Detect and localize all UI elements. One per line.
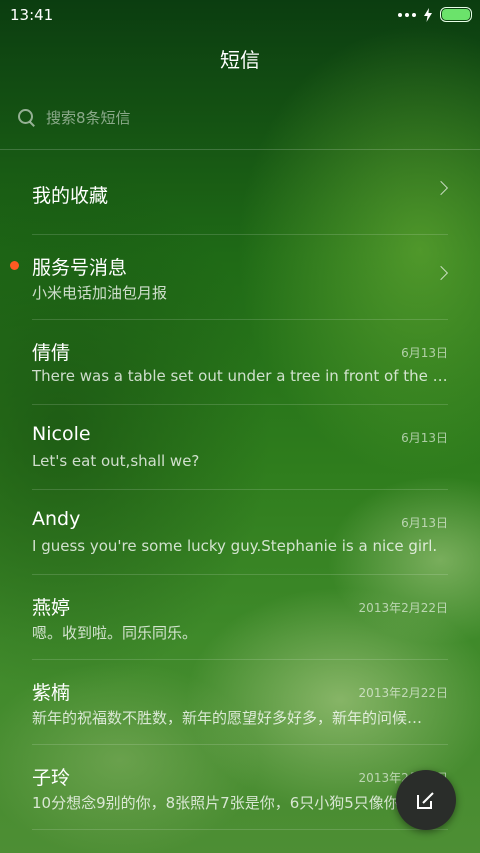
list-item[interactable]: 倩倩 6月13日 There was a table set out under… <box>32 320 448 405</box>
new-message-button[interactable] <box>396 770 456 830</box>
list-item[interactable]: 紫楠 2013年2月22日 新年的祝福数不胜数，新年的愿望好多好多，新年的问候… <box>32 660 448 745</box>
status-icons <box>398 7 472 22</box>
status-bar: 13:41 <box>0 0 480 30</box>
conversation-name: Andy <box>32 508 81 530</box>
list-item[interactable]: Nicole 6月13日 Let's eat out,shall we? <box>32 405 448 490</box>
conversation-date: 6月13日 <box>401 431 448 445</box>
conversation-preview: I guess you're some lucky guy.Stephanie … <box>32 537 438 555</box>
conversation-date: 6月13日 <box>401 346 448 360</box>
list-item-service-messages[interactable]: 服务号消息 小米电话加油包月报 <box>10 235 449 320</box>
battery-icon <box>440 7 472 22</box>
conversation-name: 子玲 <box>32 767 71 789</box>
search-input[interactable] <box>46 109 426 127</box>
conversation-date: 6月13日 <box>401 516 448 530</box>
list-item[interactable]: Andy 6月13日 I guess you're some lucky guy… <box>32 490 448 575</box>
conversation-name: 我的收藏 <box>32 185 109 207</box>
conversation-preview: 10分想念9别的你，8张照片7张是你，6只小狗5只像你… <box>32 794 414 812</box>
conversation-preview: 小米电话加油包月报 <box>32 284 168 302</box>
search-bar[interactable] <box>18 105 458 131</box>
conversation-list: 我的收藏 服务号消息 小米电话加油包月报 倩倩 6月13日 There was … <box>0 150 480 830</box>
conversation-date: 2013年2月22日 <box>358 601 448 615</box>
search-icon <box>18 109 36 127</box>
more-dots-icon <box>398 12 416 17</box>
list-item-favorites[interactable]: 我的收藏 <box>32 150 449 235</box>
chevron-right-icon <box>433 265 449 281</box>
conversation-preview: Let's eat out,shall we? <box>32 452 200 470</box>
conversation-date: 2013年2月22日 <box>358 686 448 700</box>
page-title: 短信 <box>220 48 260 72</box>
conversation-preview: 嗯。收到啦。同乐同乐。 <box>32 624 198 642</box>
conversation-name: Nicole <box>32 423 91 445</box>
compose-icon <box>417 792 434 809</box>
conversation-preview: 新年的祝福数不胜数，新年的愿望好多好多，新年的问候… <box>32 709 423 727</box>
conversation-name: 服务号消息 <box>32 257 128 279</box>
status-time: 13:41 <box>10 6 54 24</box>
unread-dot <box>10 261 19 270</box>
conversation-name: 燕婷 <box>32 597 71 619</box>
chevron-right-icon <box>433 180 449 196</box>
list-item[interactable]: 燕婷 2013年2月22日 嗯。收到啦。同乐同乐。 <box>32 575 448 660</box>
list-item[interactable]: 子玲 2013年2月22日 10分想念9别的你，8张照片7张是你，6只小狗5只像… <box>32 745 448 830</box>
conversation-name: 紫楠 <box>32 682 71 704</box>
conversation-preview: There was a table set out under a tree i… <box>32 367 448 385</box>
conversation-name: 倩倩 <box>32 342 71 364</box>
charging-bolt-icon <box>424 7 432 22</box>
